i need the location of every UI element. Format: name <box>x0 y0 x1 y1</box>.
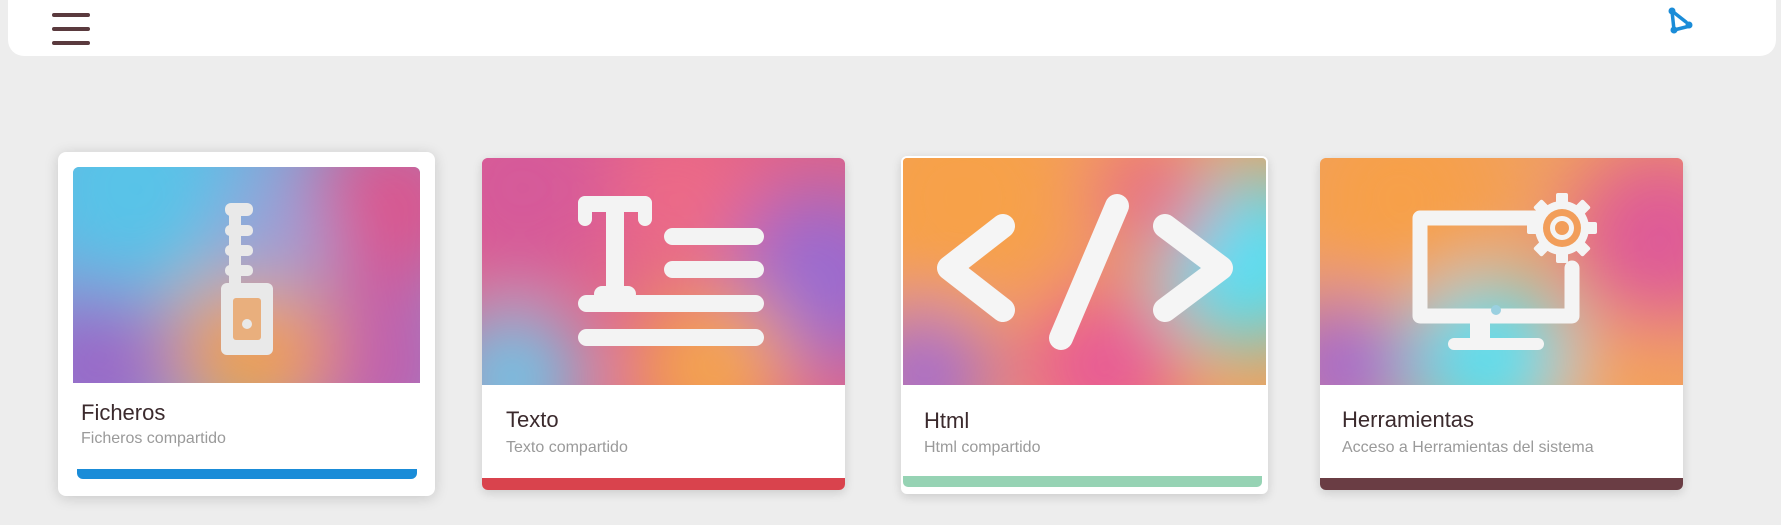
text-format-icon <box>578 196 764 346</box>
card-accent-bar <box>77 469 417 479</box>
card-subtitle: Html compartido <box>924 439 1041 456</box>
hamburger-menu-icon[interactable] <box>52 13 90 45</box>
card-texto-banner <box>482 158 845 385</box>
card-subtitle: Ficheros compartido <box>81 430 226 447</box>
card-herramientas-banner <box>1320 158 1683 385</box>
top-app-bar <box>8 0 1776 56</box>
card-html-banner <box>903 158 1266 385</box>
card-html[interactable]: Html Html compartido <box>901 156 1268 494</box>
card-accent-bar <box>482 478 845 490</box>
card-title: Texto <box>506 407 559 432</box>
card-herramientas[interactable]: Herramientas Acceso a Herramientas del s… <box>1320 158 1683 490</box>
zip-file-icon <box>221 203 273 355</box>
code-icon <box>937 194 1233 350</box>
computer-settings-icon <box>1412 193 1597 350</box>
card-title: Herramientas <box>1342 407 1475 432</box>
card-ficheros-banner <box>73 167 420 383</box>
card-subtitle: Texto compartido <box>506 439 628 456</box>
card-accent-bar <box>1320 478 1683 490</box>
share-icon[interactable] <box>1664 6 1694 36</box>
card-texto[interactable]: Texto Texto compartido <box>482 158 845 490</box>
card-ficheros[interactable]: Ficheros Ficheros compartido <box>58 152 435 496</box>
card-title: Html <box>924 408 970 433</box>
card-title: Ficheros <box>81 400 166 425</box>
card-subtitle: Acceso a Herramientas del sistema <box>1342 439 1594 456</box>
card-accent-bar <box>903 476 1262 487</box>
